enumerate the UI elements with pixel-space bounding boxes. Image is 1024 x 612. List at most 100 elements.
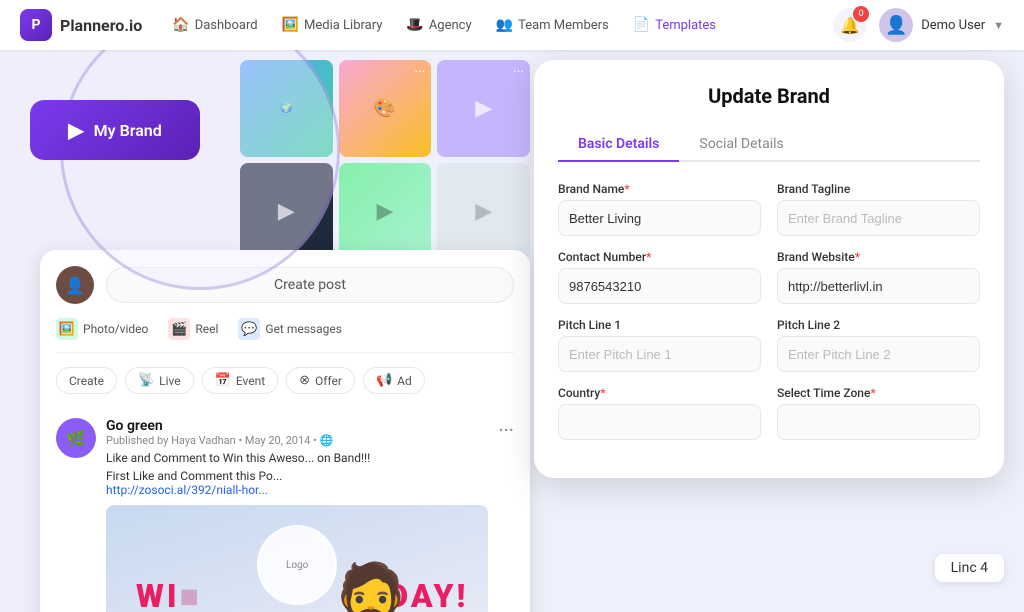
feed-name: Go green bbox=[106, 418, 488, 434]
timezone-field: Select Time Zone* bbox=[777, 386, 980, 440]
offer-icon: ⊗ bbox=[299, 373, 310, 388]
user-menu[interactable]: 👤 Demo User ▼ bbox=[879, 8, 1004, 42]
play-icon-3: ▶ bbox=[475, 96, 492, 121]
post-panel: 👤 Create post 🖼️ Photo/video 🎬 Reel 💬 Ge… bbox=[40, 250, 530, 612]
live-label: Live bbox=[159, 374, 180, 388]
form-row-4: Country* Select Time Zone* bbox=[558, 386, 980, 440]
tab-social-details[interactable]: Social Details bbox=[679, 128, 803, 162]
offer-label: Offer bbox=[315, 374, 342, 388]
event-button[interactable]: 📅 Event bbox=[202, 367, 279, 394]
photo-video-action[interactable]: 🖼️ Photo/video bbox=[56, 318, 148, 340]
logo-icon: P bbox=[20, 9, 52, 41]
feed-item: 🌿 Go green Published by Haya Vadhan • Ma… bbox=[56, 408, 514, 612]
timezone-input[interactable] bbox=[777, 404, 980, 440]
create-post-button[interactable]: Create post bbox=[106, 267, 514, 303]
form-row-3: Pitch Line 1 Pitch Line 2 bbox=[558, 318, 980, 372]
live-button[interactable]: 📡 Live bbox=[125, 367, 194, 394]
brand-name-field: Brand Name* bbox=[558, 182, 761, 236]
nav-templates[interactable]: 📄 Templates bbox=[633, 17, 716, 33]
nav-team[interactable]: 👥 Team Members bbox=[496, 17, 609, 33]
agency-icon: 🎩 bbox=[406, 17, 423, 33]
pitch-line2-label: Pitch Line 2 bbox=[777, 318, 980, 332]
linc-label: Linc 4 bbox=[935, 554, 1004, 582]
contact-number-input[interactable] bbox=[558, 268, 761, 304]
feed-content: Go green Published by Haya Vadhan • May … bbox=[106, 418, 488, 612]
feed-more-button[interactable]: ··· bbox=[498, 418, 514, 442]
main-content: ▶ My Brand + Add New Brand 🌍 ··· 🎨 ··· ▶… bbox=[0, 50, 1024, 612]
event-icon: 📅 bbox=[215, 373, 231, 388]
nav-agency[interactable]: 🎩 Agency bbox=[406, 17, 471, 33]
chevron-down-icon: ▼ bbox=[993, 19, 1004, 32]
feed-image-area: WI■ DAY! Logo 🧔 bbox=[106, 505, 488, 612]
modal-tabs: Basic Details Social Details bbox=[558, 128, 980, 162]
offer-button[interactable]: ⊗ Offer bbox=[286, 367, 355, 394]
media-thumb-6[interactable]: ▶ bbox=[437, 163, 530, 260]
brand-tagline-field: Brand Tagline bbox=[777, 182, 980, 236]
brand-tagline-input[interactable] bbox=[777, 200, 980, 236]
media-dots-2: ··· bbox=[414, 64, 425, 80]
pitch-line1-input[interactable] bbox=[558, 336, 761, 372]
messages-action[interactable]: 💬 Get messages bbox=[238, 318, 342, 340]
tab-basic-details[interactable]: Basic Details bbox=[558, 128, 679, 162]
reel-icon: 🎬 bbox=[168, 318, 190, 340]
ad-button[interactable]: 📢 Ad bbox=[363, 367, 425, 394]
logo-text: Plannero.io bbox=[60, 16, 142, 35]
media-icon-2: 🎨 bbox=[374, 98, 396, 119]
brand-name-label: Brand Name* bbox=[558, 182, 761, 196]
ad-icon: 📢 bbox=[376, 373, 392, 388]
reel-label: Reel bbox=[195, 322, 218, 336]
play-icon: ▶ bbox=[68, 118, 83, 142]
ad-label: Ad bbox=[397, 374, 412, 388]
post-actions: 🖼️ Photo/video 🎬 Reel 💬 Get messages bbox=[56, 318, 514, 353]
media-thumb-5[interactable]: ▶ bbox=[339, 163, 432, 260]
notification-badge: 0 bbox=[853, 6, 869, 22]
navbar: P Plannero.io 🏠 Dashboard 🖼️ Media Libra… bbox=[0, 0, 1024, 50]
media-thumb-1[interactable]: 🌍 bbox=[240, 60, 333, 157]
templates-icon: 📄 bbox=[633, 17, 650, 33]
media-thumb-2[interactable]: ··· 🎨 bbox=[339, 60, 432, 157]
pitch-line1-label: Pitch Line 1 bbox=[558, 318, 761, 332]
play-icon-4: ▶ bbox=[278, 199, 295, 224]
media-thumb-3[interactable]: ··· ▶ bbox=[437, 60, 530, 157]
feed-text: Like and Comment to Win this Aweso... on… bbox=[106, 451, 488, 465]
nav-media[interactable]: 🖼️ Media Library bbox=[282, 17, 383, 33]
logo-overlay-text: Logo bbox=[286, 560, 308, 571]
brand-name-input[interactable] bbox=[558, 200, 761, 236]
nav-right: 🔔 0 👤 Demo User ▼ bbox=[833, 8, 1004, 42]
play-icon-6: ▶ bbox=[475, 199, 492, 224]
photo-video-icon: 🖼️ bbox=[56, 318, 78, 340]
post-avatar: 👤 bbox=[56, 266, 94, 304]
photo-video-label: Photo/video bbox=[83, 322, 148, 336]
nav-dashboard-label: Dashboard bbox=[195, 18, 258, 33]
create-post-label: Create post bbox=[274, 277, 346, 293]
win-text: WI■ bbox=[136, 577, 202, 612]
my-brand-button[interactable]: ▶ My Brand bbox=[30, 100, 200, 160]
media-icon-1: 🌍 bbox=[276, 99, 296, 118]
feed-avatar: 🌿 bbox=[56, 418, 96, 458]
media-icon: 🖼️ bbox=[282, 17, 299, 33]
media-thumb-4[interactable]: ▶ bbox=[240, 163, 333, 260]
country-input[interactable] bbox=[558, 404, 761, 440]
contact-number-field: Contact Number* bbox=[558, 250, 761, 304]
reel-action[interactable]: 🎬 Reel bbox=[168, 318, 218, 340]
notification-button[interactable]: 🔔 0 bbox=[833, 8, 867, 42]
home-icon: 🏠 bbox=[172, 17, 189, 33]
nav-media-label: Media Library bbox=[304, 18, 382, 33]
nav-team-label: Team Members bbox=[518, 18, 609, 33]
form-row-1: Brand Name* Brand Tagline bbox=[558, 182, 980, 236]
country-label: Country* bbox=[558, 386, 761, 400]
feed-text2: First Like and Comment this Po... bbox=[106, 469, 488, 483]
team-icon: 👥 bbox=[496, 17, 513, 33]
pitch-line1-field: Pitch Line 1 bbox=[558, 318, 761, 372]
country-field: Country* bbox=[558, 386, 761, 440]
pitch-line2-input[interactable] bbox=[777, 336, 980, 372]
tab-social-details-label: Social Details bbox=[699, 136, 783, 152]
feed-link[interactable]: http://zosoci.al/392/niall-hor... bbox=[106, 483, 488, 497]
brand-website-input[interactable] bbox=[777, 268, 980, 304]
create-button[interactable]: Create bbox=[56, 367, 117, 394]
logo[interactable]: P Plannero.io bbox=[20, 9, 142, 41]
nav-templates-label: Templates bbox=[655, 18, 716, 33]
tab-basic-details-label: Basic Details bbox=[578, 136, 659, 152]
nav-dashboard[interactable]: 🏠 Dashboard bbox=[172, 17, 257, 33]
media-dots-3: ··· bbox=[513, 64, 524, 80]
